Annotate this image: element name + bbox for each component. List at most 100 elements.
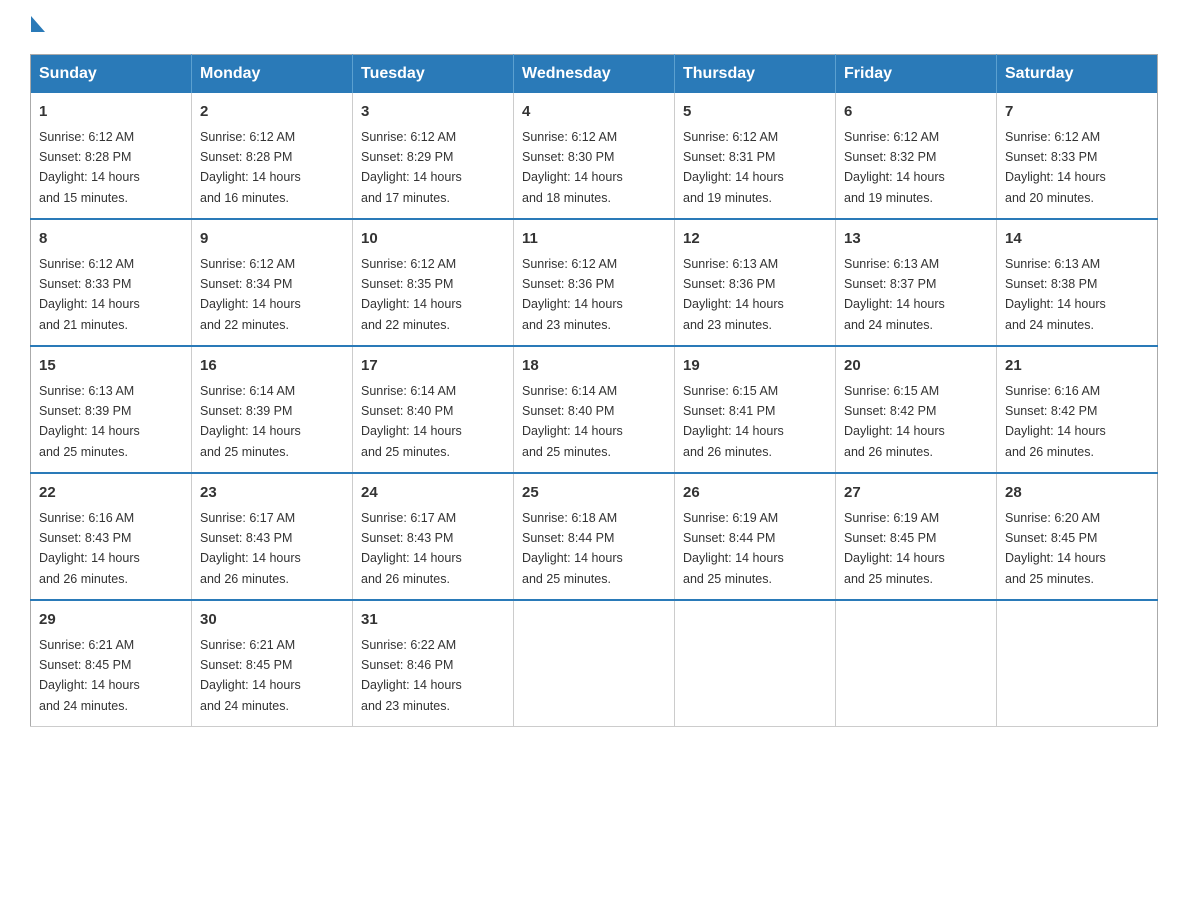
day-number: 1 — [39, 101, 183, 124]
header-day-sunday: Sunday — [31, 55, 192, 94]
calendar-cell: 10 Sunrise: 6:12 AMSunset: 8:35 PMDaylig… — [353, 219, 514, 346]
calendar-cell: 14 Sunrise: 6:13 AMSunset: 8:38 PMDaylig… — [997, 219, 1158, 346]
header-day-monday: Monday — [192, 55, 353, 94]
calendar-cell: 27 Sunrise: 6:19 AMSunset: 8:45 PMDaylig… — [836, 473, 997, 600]
day-info: Sunrise: 6:21 AMSunset: 8:45 PMDaylight:… — [39, 638, 140, 713]
day-number: 17 — [361, 355, 505, 378]
calendar-cell: 25 Sunrise: 6:18 AMSunset: 8:44 PMDaylig… — [514, 473, 675, 600]
day-info: Sunrise: 6:12 AMSunset: 8:33 PMDaylight:… — [1005, 130, 1106, 205]
day-info: Sunrise: 6:19 AMSunset: 8:44 PMDaylight:… — [683, 511, 784, 586]
calendar-cell: 9 Sunrise: 6:12 AMSunset: 8:34 PMDayligh… — [192, 219, 353, 346]
header-day-tuesday: Tuesday — [353, 55, 514, 94]
day-info: Sunrise: 6:12 AMSunset: 8:28 PMDaylight:… — [200, 130, 301, 205]
calendar-cell: 23 Sunrise: 6:17 AMSunset: 8:43 PMDaylig… — [192, 473, 353, 600]
day-number: 30 — [200, 609, 344, 632]
day-number: 22 — [39, 482, 183, 505]
page-header — [30, 20, 1158, 36]
day-info: Sunrise: 6:21 AMSunset: 8:45 PMDaylight:… — [200, 638, 301, 713]
day-number: 15 — [39, 355, 183, 378]
header-row: SundayMondayTuesdayWednesdayThursdayFrid… — [31, 55, 1158, 94]
day-number: 16 — [200, 355, 344, 378]
day-info: Sunrise: 6:12 AMSunset: 8:33 PMDaylight:… — [39, 257, 140, 332]
day-number: 24 — [361, 482, 505, 505]
day-info: Sunrise: 6:12 AMSunset: 8:31 PMDaylight:… — [683, 130, 784, 205]
logo — [30, 20, 45, 36]
calendar-cell: 15 Sunrise: 6:13 AMSunset: 8:39 PMDaylig… — [31, 346, 192, 473]
day-info: Sunrise: 6:16 AMSunset: 8:42 PMDaylight:… — [1005, 384, 1106, 459]
day-number: 2 — [200, 101, 344, 124]
day-info: Sunrise: 6:13 AMSunset: 8:38 PMDaylight:… — [1005, 257, 1106, 332]
calendar-cell: 24 Sunrise: 6:17 AMSunset: 8:43 PMDaylig… — [353, 473, 514, 600]
day-number: 27 — [844, 482, 988, 505]
day-info: Sunrise: 6:12 AMSunset: 8:36 PMDaylight:… — [522, 257, 623, 332]
day-info: Sunrise: 6:17 AMSunset: 8:43 PMDaylight:… — [361, 511, 462, 586]
day-info: Sunrise: 6:12 AMSunset: 8:35 PMDaylight:… — [361, 257, 462, 332]
day-number: 6 — [844, 101, 988, 124]
day-number: 10 — [361, 228, 505, 251]
calendar-cell: 26 Sunrise: 6:19 AMSunset: 8:44 PMDaylig… — [675, 473, 836, 600]
header-day-friday: Friday — [836, 55, 997, 94]
header-day-thursday: Thursday — [675, 55, 836, 94]
day-number: 21 — [1005, 355, 1149, 378]
day-number: 26 — [683, 482, 827, 505]
day-info: Sunrise: 6:22 AMSunset: 8:46 PMDaylight:… — [361, 638, 462, 713]
calendar-cell — [514, 600, 675, 727]
day-number: 5 — [683, 101, 827, 124]
day-info: Sunrise: 6:15 AMSunset: 8:42 PMDaylight:… — [844, 384, 945, 459]
day-info: Sunrise: 6:13 AMSunset: 8:39 PMDaylight:… — [39, 384, 140, 459]
day-info: Sunrise: 6:12 AMSunset: 8:34 PMDaylight:… — [200, 257, 301, 332]
week-row-4: 22 Sunrise: 6:16 AMSunset: 8:43 PMDaylig… — [31, 473, 1158, 600]
day-info: Sunrise: 6:14 AMSunset: 8:40 PMDaylight:… — [361, 384, 462, 459]
calendar-cell: 13 Sunrise: 6:13 AMSunset: 8:37 PMDaylig… — [836, 219, 997, 346]
calendar-cell: 5 Sunrise: 6:12 AMSunset: 8:31 PMDayligh… — [675, 93, 836, 219]
calendar-cell — [836, 600, 997, 727]
day-number: 29 — [39, 609, 183, 632]
day-info: Sunrise: 6:16 AMSunset: 8:43 PMDaylight:… — [39, 511, 140, 586]
calendar-cell: 12 Sunrise: 6:13 AMSunset: 8:36 PMDaylig… — [675, 219, 836, 346]
calendar-cell: 21 Sunrise: 6:16 AMSunset: 8:42 PMDaylig… — [997, 346, 1158, 473]
day-info: Sunrise: 6:14 AMSunset: 8:40 PMDaylight:… — [522, 384, 623, 459]
calendar-cell: 4 Sunrise: 6:12 AMSunset: 8:30 PMDayligh… — [514, 93, 675, 219]
day-info: Sunrise: 6:12 AMSunset: 8:30 PMDaylight:… — [522, 130, 623, 205]
logo-arrow-icon — [31, 16, 45, 32]
day-info: Sunrise: 6:14 AMSunset: 8:39 PMDaylight:… — [200, 384, 301, 459]
calendar-cell — [997, 600, 1158, 727]
day-info: Sunrise: 6:12 AMSunset: 8:28 PMDaylight:… — [39, 130, 140, 205]
header-day-saturday: Saturday — [997, 55, 1158, 94]
day-info: Sunrise: 6:19 AMSunset: 8:45 PMDaylight:… — [844, 511, 945, 586]
day-number: 28 — [1005, 482, 1149, 505]
day-number: 8 — [39, 228, 183, 251]
day-number: 13 — [844, 228, 988, 251]
header-day-wednesday: Wednesday — [514, 55, 675, 94]
calendar-cell: 11 Sunrise: 6:12 AMSunset: 8:36 PMDaylig… — [514, 219, 675, 346]
calendar-table: SundayMondayTuesdayWednesdayThursdayFrid… — [30, 54, 1158, 727]
calendar-cell: 22 Sunrise: 6:16 AMSunset: 8:43 PMDaylig… — [31, 473, 192, 600]
day-info: Sunrise: 6:12 AMSunset: 8:32 PMDaylight:… — [844, 130, 945, 205]
day-info: Sunrise: 6:15 AMSunset: 8:41 PMDaylight:… — [683, 384, 784, 459]
day-info: Sunrise: 6:13 AMSunset: 8:37 PMDaylight:… — [844, 257, 945, 332]
day-number: 20 — [844, 355, 988, 378]
calendar-cell: 28 Sunrise: 6:20 AMSunset: 8:45 PMDaylig… — [997, 473, 1158, 600]
day-number: 11 — [522, 228, 666, 251]
calendar-cell: 3 Sunrise: 6:12 AMSunset: 8:29 PMDayligh… — [353, 93, 514, 219]
day-number: 19 — [683, 355, 827, 378]
week-row-3: 15 Sunrise: 6:13 AMSunset: 8:39 PMDaylig… — [31, 346, 1158, 473]
day-info: Sunrise: 6:18 AMSunset: 8:44 PMDaylight:… — [522, 511, 623, 586]
calendar-cell: 20 Sunrise: 6:15 AMSunset: 8:42 PMDaylig… — [836, 346, 997, 473]
calendar-cell: 30 Sunrise: 6:21 AMSunset: 8:45 PMDaylig… — [192, 600, 353, 727]
week-row-2: 8 Sunrise: 6:12 AMSunset: 8:33 PMDayligh… — [31, 219, 1158, 346]
calendar-cell: 2 Sunrise: 6:12 AMSunset: 8:28 PMDayligh… — [192, 93, 353, 219]
day-number: 31 — [361, 609, 505, 632]
calendar-cell: 6 Sunrise: 6:12 AMSunset: 8:32 PMDayligh… — [836, 93, 997, 219]
calendar-cell: 7 Sunrise: 6:12 AMSunset: 8:33 PMDayligh… — [997, 93, 1158, 219]
day-info: Sunrise: 6:20 AMSunset: 8:45 PMDaylight:… — [1005, 511, 1106, 586]
day-number: 23 — [200, 482, 344, 505]
calendar-cell: 8 Sunrise: 6:12 AMSunset: 8:33 PMDayligh… — [31, 219, 192, 346]
calendar-cell: 19 Sunrise: 6:15 AMSunset: 8:41 PMDaylig… — [675, 346, 836, 473]
day-number: 7 — [1005, 101, 1149, 124]
day-info: Sunrise: 6:12 AMSunset: 8:29 PMDaylight:… — [361, 130, 462, 205]
week-row-1: 1 Sunrise: 6:12 AMSunset: 8:28 PMDayligh… — [31, 93, 1158, 219]
day-number: 18 — [522, 355, 666, 378]
calendar-cell: 31 Sunrise: 6:22 AMSunset: 8:46 PMDaylig… — [353, 600, 514, 727]
day-number: 9 — [200, 228, 344, 251]
